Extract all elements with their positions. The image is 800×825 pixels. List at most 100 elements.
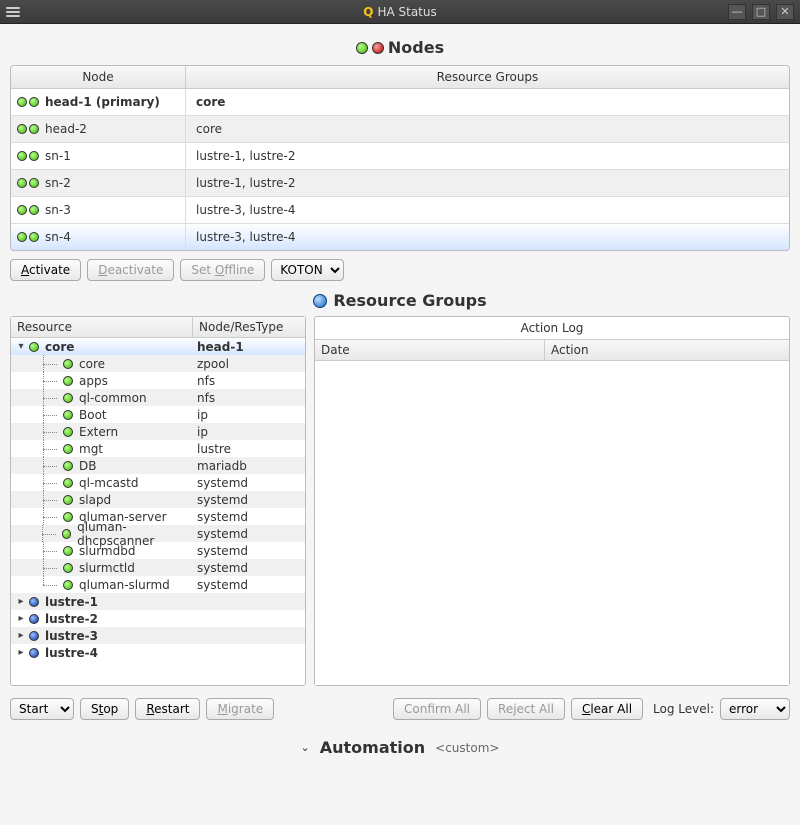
status-dot-icon (17, 178, 27, 188)
resource-group-node: head-1 (193, 340, 305, 354)
tree-line-icon (29, 474, 61, 491)
node-name: sn-1 (45, 149, 71, 163)
resource-group-name: lustre-2 (45, 612, 98, 626)
status-dot-icon (17, 232, 27, 242)
resource-name: ql-mcastd (79, 476, 139, 490)
automation-title: Automation (320, 738, 425, 757)
tree-line-icon (29, 559, 61, 576)
resource-name: slurmctld (79, 561, 135, 575)
titlebar: Q HA Status — □ ✕ (0, 0, 800, 24)
activate-button[interactable]: Activate (10, 259, 81, 281)
nodes-row[interactable]: sn-4lustre-3, lustre-4 (11, 224, 789, 250)
koton-select[interactable]: KOTON (271, 259, 344, 281)
maximize-button[interactable]: □ (752, 4, 770, 20)
tree-resource-row[interactable]: qluman-slurmd systemd (11, 576, 305, 593)
tree-resource-row[interactable]: qluman-dhcpscannersystemd (11, 525, 305, 542)
node-name: sn-3 (45, 203, 71, 217)
app-menu-icon[interactable] (6, 5, 20, 19)
tree-group-row[interactable]: ▸ lustre-3 (11, 627, 305, 644)
node-resource-groups: core (186, 116, 789, 142)
status-dot-icon (63, 393, 73, 403)
col-header-resource[interactable]: Resource (11, 317, 193, 337)
tree-resource-row[interactable]: appsnfs (11, 372, 305, 389)
tree-line-icon (29, 508, 61, 525)
resource-type: systemd (193, 578, 305, 592)
tree-resource-row[interactable]: ql-mcastdsystemd (11, 474, 305, 491)
tree-line-icon (29, 406, 61, 423)
tree-resource-row[interactable]: Externip (11, 423, 305, 440)
status-dot-icon (17, 205, 27, 215)
status-green-icon (356, 42, 368, 54)
nodes-row[interactable]: sn-2lustre-1, lustre-2 (11, 170, 789, 197)
col-header-action[interactable]: Action (545, 340, 595, 360)
nodes-row[interactable]: head-2core (11, 116, 789, 143)
status-dot-icon (29, 178, 39, 188)
start-select[interactable]: Start (10, 698, 74, 720)
automation-custom-label: <custom> (435, 741, 499, 755)
tree-group-row[interactable]: ▸lustre-1 (11, 593, 305, 610)
restart-button[interactable]: Restart (135, 698, 200, 720)
status-dot-icon (63, 580, 73, 590)
resource-name: qluman-slurmd (79, 578, 170, 592)
resource-type: lustre (193, 442, 305, 456)
col-header-resource-groups[interactable]: Resource Groups (186, 66, 789, 88)
col-header-date[interactable]: Date (315, 340, 545, 360)
stop-button[interactable]: Stop (80, 698, 129, 720)
automation-section[interactable]: ⌄ Automation <custom> (10, 738, 790, 757)
resource-name: DB (79, 459, 96, 473)
tree-line-icon (29, 355, 61, 372)
resource-group-name: lustre-3 (45, 629, 98, 643)
col-header-node[interactable]: Node (11, 66, 186, 88)
action-log-panel: Action Log Date Action (314, 316, 790, 686)
node-resource-groups: lustre-1, lustre-2 (186, 143, 789, 169)
tree-resource-row[interactable]: slurmdbdsystemd (11, 542, 305, 559)
node-name: head-1 (primary) (45, 95, 160, 109)
tree-resource-row[interactable]: slapdsystemd (11, 491, 305, 508)
nodes-row[interactable]: sn-1 lustre-1, lustre-2 (11, 143, 789, 170)
tree-resource-row[interactable]: ql-commonnfs (11, 389, 305, 406)
status-dot-icon (17, 151, 27, 161)
migrate-button: Migrate (206, 698, 274, 720)
resource-type: systemd (193, 527, 305, 541)
minimize-button[interactable]: — (728, 4, 746, 20)
status-dot-icon (29, 614, 39, 624)
status-dot-icon (62, 529, 71, 539)
resource-group-name: core (45, 340, 74, 354)
close-button[interactable]: ✕ (776, 4, 794, 20)
expand-arrow-icon[interactable]: ▸ (15, 630, 27, 641)
status-dot-icon (29, 97, 39, 107)
expand-arrow-icon[interactable]: ▸ (15, 647, 27, 658)
expand-arrow-icon[interactable]: ▸ (15, 596, 27, 607)
node-name: sn-2 (45, 176, 71, 190)
tree-group-row[interactable]: ▸lustre-4 (11, 644, 305, 661)
tree-resource-row[interactable]: slurmctldsystemd (11, 559, 305, 576)
status-dot-icon (63, 563, 73, 573)
expand-arrow-icon[interactable]: ▾ (15, 341, 27, 352)
confirm-all-button: Confirm All (393, 698, 481, 720)
status-dot-icon (63, 478, 73, 488)
tree-resource-row[interactable]: mgtlustre (11, 440, 305, 457)
status-dot-icon (29, 232, 39, 242)
resource-type: systemd (193, 544, 305, 558)
action-log-body[interactable] (315, 361, 789, 685)
tree-line-icon (29, 542, 61, 559)
tree-resource-row[interactable]: corezpool (11, 355, 305, 372)
status-dot-icon (29, 205, 39, 215)
resource-name: ql-common (79, 391, 147, 405)
nodes-section-title: Nodes (10, 38, 790, 57)
tree-resource-row[interactable]: DBmariadb (11, 457, 305, 474)
col-header-node-restype[interactable]: Node/ResType (193, 317, 305, 337)
nodes-row[interactable]: sn-3lustre-3, lustre-4 (11, 197, 789, 224)
nodes-table: Node Resource Groups head-1 (primary)cor… (10, 65, 790, 251)
clear-all-button[interactable]: Clear All (571, 698, 643, 720)
expand-arrow-icon[interactable]: ▸ (15, 613, 27, 624)
set-offline-button: Set Offline (180, 259, 265, 281)
tree-resource-row[interactable]: Bootip (11, 406, 305, 423)
resource-tree-body[interactable]: ▾ core head-1corezpoolappsnfsql-commonnfsB… (11, 338, 305, 684)
tree-group-row[interactable]: ▾ core head-1 (11, 338, 305, 355)
tree-group-row[interactable]: ▸ lustre-2 (11, 610, 305, 627)
log-level-select[interactable]: error (720, 698, 790, 720)
resource-name: slapd (79, 493, 111, 507)
nodes-row[interactable]: head-1 (primary)core (11, 89, 789, 116)
status-dot-icon (29, 631, 39, 641)
